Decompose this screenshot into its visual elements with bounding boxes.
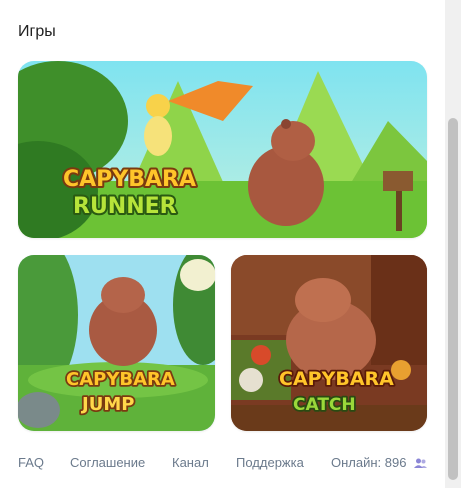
capybara-catch-image: CAPYBARA CATCH [231,255,427,431]
online-counter: Онлайн: 896 [331,455,428,470]
jump-logo-line2: JUMP [80,394,134,415]
catch-logo-line1: CAPYBARA [279,368,394,390]
channel-link[interactable]: Канал [172,455,209,470]
scrollbar-thumb[interactable] [448,118,458,480]
section-title: Игры [18,23,56,40]
online-count: 896 [384,455,407,470]
faq-link[interactable]: FAQ [18,455,44,470]
capybara-jump-image: CAPYBARA JUMP [18,255,215,431]
scrollbar[interactable] [445,0,461,488]
agreement-link[interactable]: Соглашение [70,455,145,470]
capybara-runner-image: CAPYBARA RUNNER [18,61,427,238]
support-link[interactable]: Поддержка [236,455,304,470]
game-card-capybara-catch[interactable]: CAPYBARA CATCH [231,255,427,431]
game-card-capybara-runner[interactable]: CAPYBARA RUNNER [18,61,427,238]
people-icon [414,458,428,468]
online-label: Онлайн: [331,455,382,470]
jump-logo-line1: CAPYBARA [66,369,175,390]
catch-logo-line2: CATCH [293,395,356,415]
runner-logo-line2: RUNNER [73,194,177,219]
game-card-capybara-jump[interactable]: CAPYBARA JUMP [18,255,215,431]
runner-logo-line1: CAPYBARA [63,167,196,192]
games-panel: Игры CAPYBARA RUNNER CAPYBARA JUMP CAPYB… [0,0,445,488]
